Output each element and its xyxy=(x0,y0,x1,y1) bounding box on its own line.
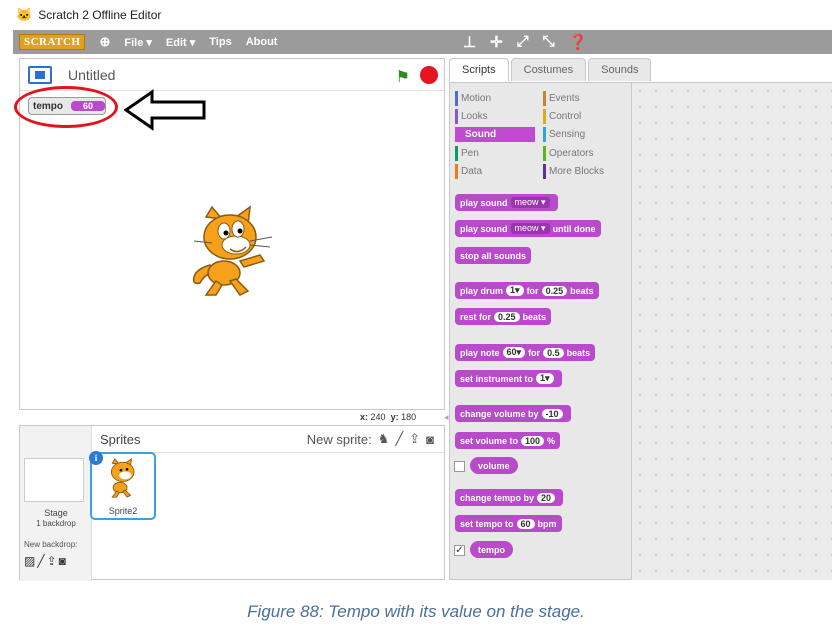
stop-sign-icon[interactable] xyxy=(420,66,438,84)
sound-dropdown[interactable]: meow ▾ xyxy=(510,197,550,208)
block-play-sound-until-done[interactable]: play sound meow ▾ until done xyxy=(455,220,601,237)
category-more-blocks[interactable]: More Blocks xyxy=(543,164,623,179)
sprite-library-icon[interactable]: ♞ xyxy=(378,431,390,447)
category-events[interactable]: Events xyxy=(543,91,623,106)
stage-backdrop-count: 1 backdrop xyxy=(36,519,76,528)
stage-header: Untitled ⚑ xyxy=(20,59,444,91)
highlight-ellipse xyxy=(14,86,118,128)
fullscreen-icon[interactable] xyxy=(28,65,52,84)
upload-sprite-icon[interactable]: ⇪ xyxy=(409,431,420,447)
sprites-title: Sprites xyxy=(100,431,141,447)
edit-menu[interactable]: Edit ▾ xyxy=(166,36,195,49)
new-sprite-label: New sprite: xyxy=(306,431,372,447)
camera-backdrop-icon[interactable]: ◙ xyxy=(59,554,66,568)
project-title[interactable]: Untitled xyxy=(68,67,115,83)
block-play-drum[interactable]: play drum 1▾ for 0.25 beats xyxy=(455,282,599,299)
backdrop-library-icon[interactable]: ▨ xyxy=(24,554,35,568)
scratch-logo[interactable]: SCRATCH xyxy=(19,34,86,50)
camera-sprite-icon[interactable]: ◙ xyxy=(426,432,434,447)
window-titlebar: 🐱 Scratch 2 Offline Editor xyxy=(0,0,832,30)
scripts-area[interactable] xyxy=(632,82,832,580)
new-backdrop-label: New backdrop: xyxy=(24,540,78,549)
about-menu[interactable]: About xyxy=(246,36,278,48)
block-rest-for[interactable]: rest for 0.25 beats xyxy=(455,308,552,325)
new-sprite-tools: New sprite: ♞ ╱ ⇪ ◙ xyxy=(307,431,434,447)
help-icon[interactable]: ❓ xyxy=(569,33,588,51)
grow-icon[interactable]: ⤢ xyxy=(517,33,529,51)
green-flag-icon[interactable]: ⚑ xyxy=(396,67,410,87)
editor-tabs: Scripts Costumes Sounds xyxy=(449,58,653,81)
sprite-tile[interactable]: i Sprite2 xyxy=(89,451,156,520)
tab-scripts[interactable]: Scripts xyxy=(449,58,509,81)
backdrop-tools: ▨ ╱ ⇪ ◙ xyxy=(24,554,66,568)
menu-bar: SCRATCH ⊕ File ▾ Edit ▾ Tips About ⊥ ✛ ⤢… xyxy=(13,30,832,54)
block-play-note[interactable]: play note 60▾ for 0.5 beats xyxy=(455,344,596,361)
coord-y: 180 xyxy=(401,412,417,422)
category-pen[interactable]: Pen xyxy=(455,146,535,161)
category-motion[interactable]: Motion xyxy=(455,91,535,106)
block-volume-reporter[interactable]: volume xyxy=(470,457,518,474)
block-change-volume[interactable]: change volume by -10 xyxy=(455,405,571,422)
shrink-icon[interactable]: ⤡ xyxy=(543,33,555,51)
stage-label: Stage xyxy=(44,508,68,518)
cat-sprite-icon[interactable] xyxy=(190,205,276,297)
stage-thumbnail[interactable] xyxy=(24,458,84,502)
tempo-checkbox[interactable]: ✓ xyxy=(454,545,465,556)
file-menu[interactable]: File ▾ xyxy=(124,36,152,49)
category-looks[interactable]: Looks xyxy=(455,109,535,124)
delete-cut-icon[interactable]: ✛ xyxy=(490,33,503,51)
window-title: Scratch 2 Offline Editor xyxy=(38,8,162,22)
block-stop-all-sounds[interactable]: stop all sounds xyxy=(455,247,532,264)
sprite-name: Sprite2 xyxy=(108,506,138,516)
category-operators[interactable]: Operators xyxy=(543,146,623,161)
block-tempo-reporter[interactable]: tempo xyxy=(470,541,513,558)
category-sound[interactable]: Sound xyxy=(455,127,535,142)
upload-backdrop-icon[interactable]: ⇪ xyxy=(47,554,57,568)
tab-costumes[interactable]: Costumes xyxy=(510,58,587,81)
category-sensing[interactable]: Sensing xyxy=(543,127,623,142)
coord-x: 240 xyxy=(370,412,386,422)
category-data[interactable]: Data xyxy=(455,164,535,179)
paint-sprite-icon[interactable]: ╱ xyxy=(395,431,403,447)
sound-dropdown[interactable]: meow ▾ xyxy=(510,223,550,234)
duplicate-stamp-icon[interactable]: ⊥ xyxy=(463,33,476,51)
block-play-sound[interactable]: play sound meow ▾ xyxy=(455,194,558,211)
pointer-arrow-icon xyxy=(124,89,206,131)
sprites-header: Sprites New sprite: ♞ ╱ ⇪ ◙ xyxy=(92,426,444,453)
block-set-volume[interactable]: set volume to 100% xyxy=(455,432,561,449)
scratch-cat-icon: 🐱 xyxy=(16,7,33,22)
sprite-tools: ⊥ ✛ ⤢ ⤡ ❓ xyxy=(463,33,587,51)
collapse-arrow-icon[interactable]: ◂ xyxy=(444,412,449,423)
category-control[interactable]: Control xyxy=(543,109,623,124)
block-set-tempo[interactable]: set tempo to 60 bpm xyxy=(455,515,562,532)
info-icon[interactable]: i xyxy=(89,451,103,465)
sprite-thumbnail-icon xyxy=(110,458,135,498)
paint-backdrop-icon[interactable]: ╱ xyxy=(37,554,44,568)
tab-sounds[interactable]: Sounds xyxy=(588,58,652,81)
figure-caption: Figure 88: Tempo with its value on the s… xyxy=(247,602,585,621)
block-change-tempo[interactable]: change tempo by 20 xyxy=(455,489,564,506)
stage-column: Stage 1 backdrop New backdrop: ▨ ╱ ⇪ ◙ xyxy=(20,426,92,581)
language-globe-icon[interactable]: ⊕ xyxy=(99,34,110,50)
block-set-instrument[interactable]: set instrument to 1▾ xyxy=(455,370,562,387)
tips-menu[interactable]: Tips xyxy=(209,36,231,48)
volume-checkbox[interactable] xyxy=(454,461,465,472)
mouse-coordinates: x: 240 y: 180 xyxy=(360,412,417,422)
sprites-panel: Stage 1 backdrop New backdrop: ▨ ╱ ⇪ ◙ S… xyxy=(19,425,445,581)
